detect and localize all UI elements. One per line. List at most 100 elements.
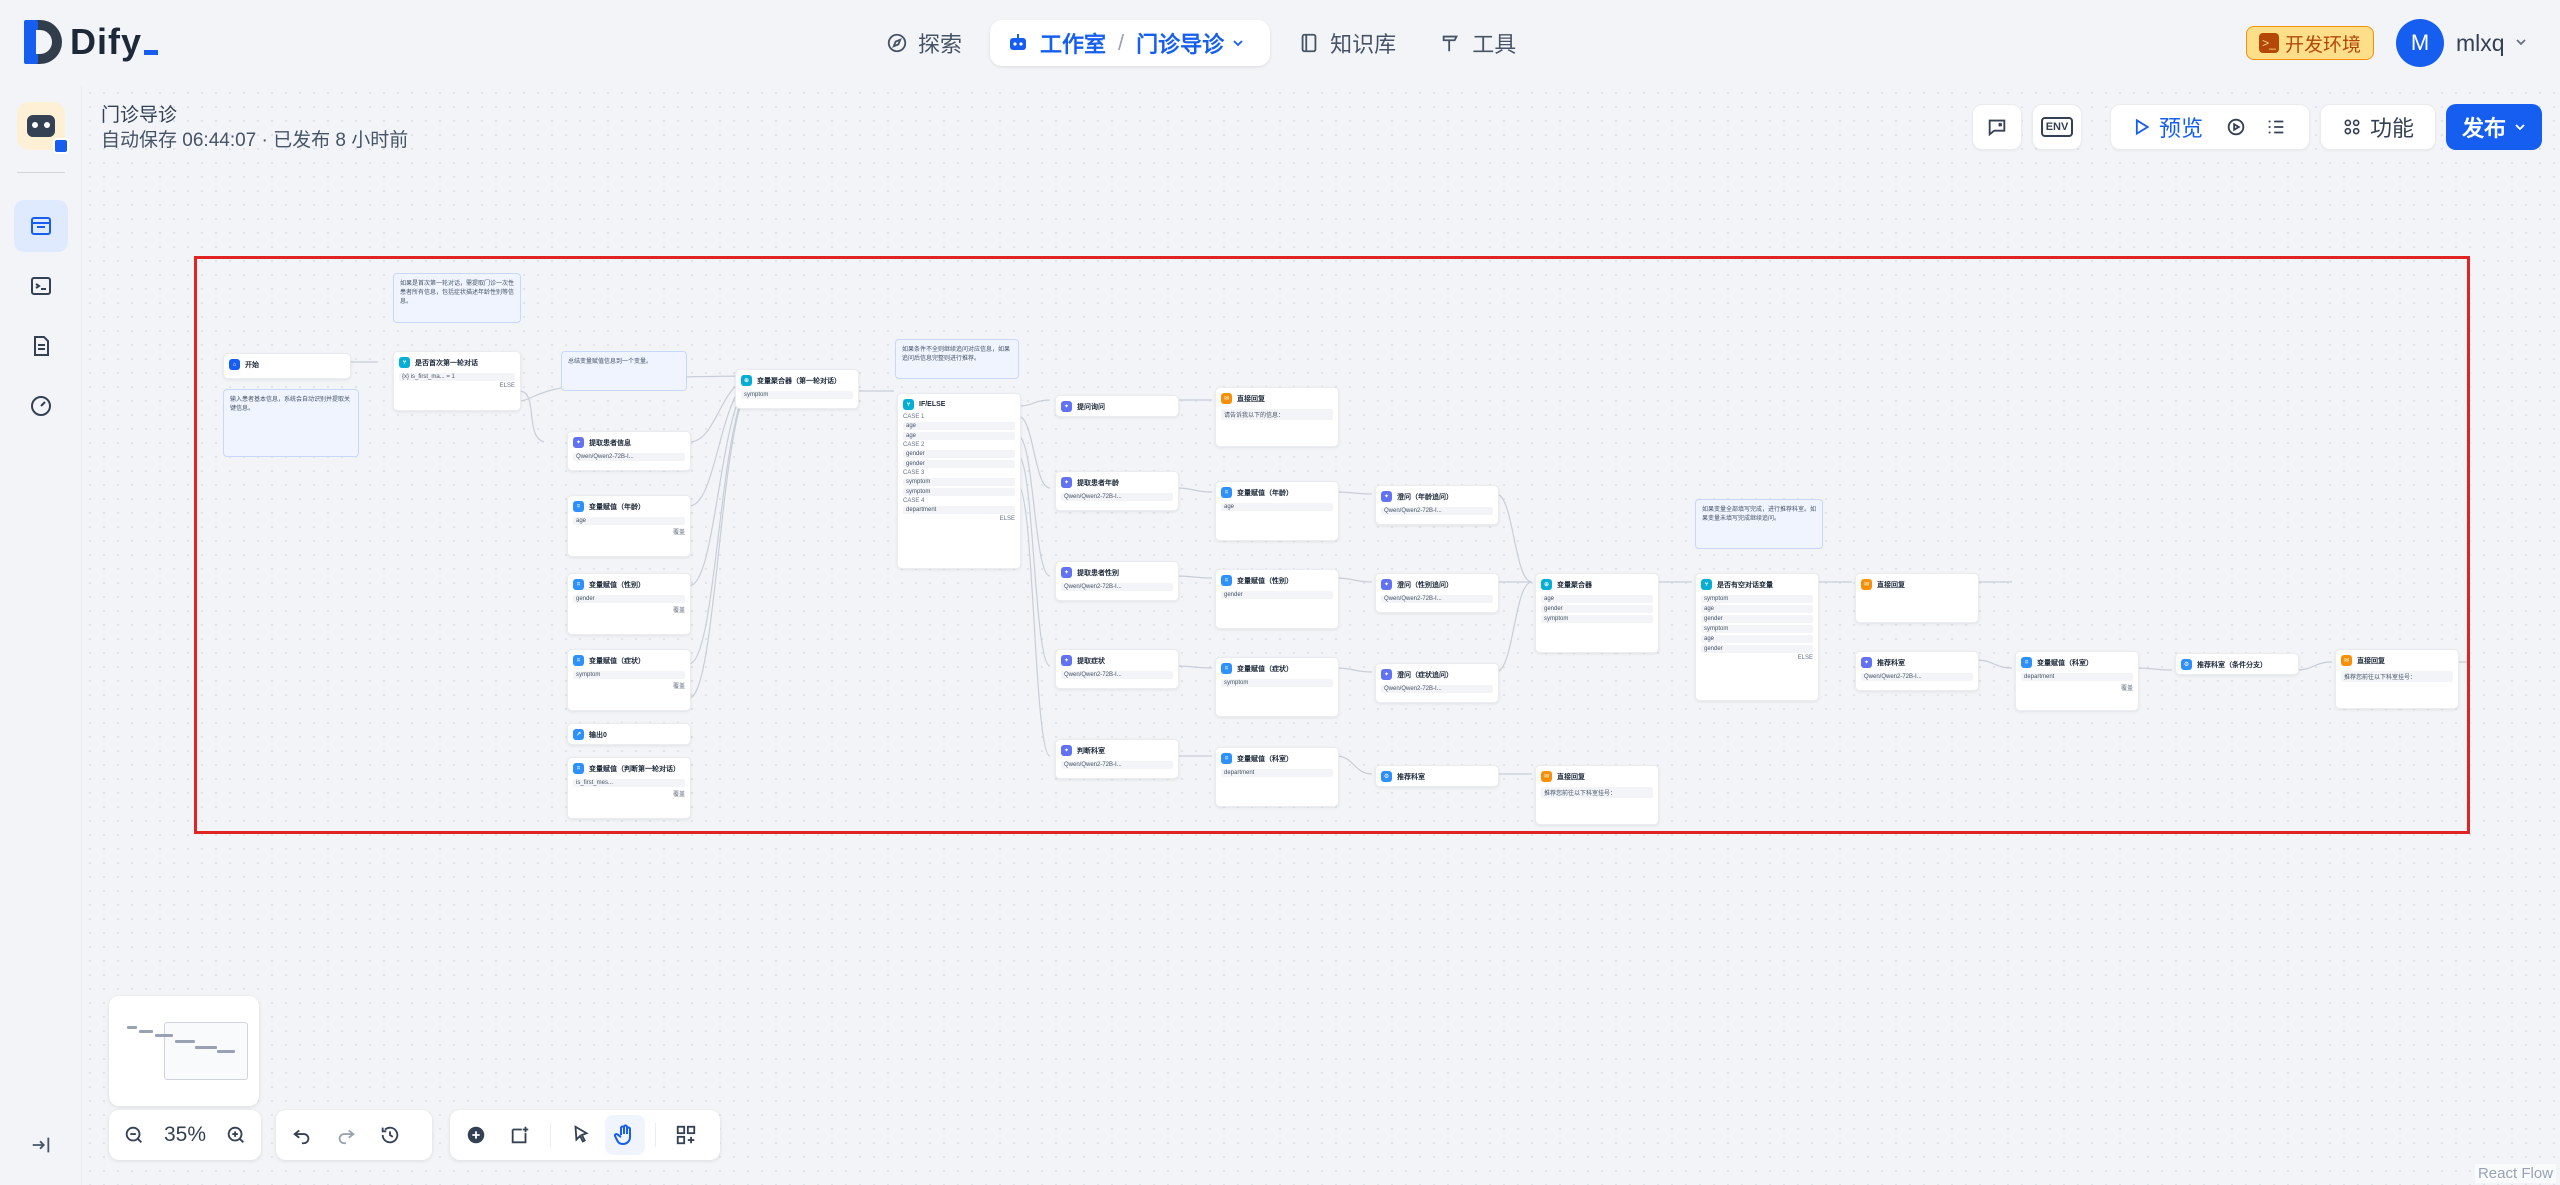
sidebar-item-orchestrate[interactable] <box>14 200 68 252</box>
node-q-age[interactable]: ✦提取患者年龄 Qwen/Qwen2-72B-I... <box>1055 471 1179 511</box>
preview-button[interactable]: 预览 <box>2159 111 2203 143</box>
node-q-symptom[interactable]: ✦提取症状 Qwen/Qwen2-72B-I... <box>1055 649 1179 689</box>
node-assign-symptom[interactable]: =变量赋值（症状） symptom 覆盖 <box>567 649 691 711</box>
assign-icon: = <box>2021 657 2032 668</box>
note-summary[interactable]: 总结变量赋值信息到一个变量。 <box>561 351 687 391</box>
node-set-dept[interactable]: =变量赋值（科室） department <box>1215 747 1339 807</box>
node-output0[interactable]: ↗输出0 <box>567 723 691 745</box>
llm-icon: ✦ <box>573 437 584 448</box>
sidebar-divider <box>17 172 65 173</box>
assign-icon: = <box>1221 663 1232 674</box>
zoom-controls: 35% <box>109 1110 261 1160</box>
dify-logo-icon <box>24 20 64 64</box>
node-assign-gender[interactable]: =变量赋值（性别） gender 覆盖 <box>567 573 691 635</box>
branch-icon: ⑂ <box>1701 579 1712 590</box>
app-sidebar <box>0 86 82 1185</box>
node-if-vars-empty[interactable]: ⑂是否有空对话变量 symptomagegendersymptomagegend… <box>1695 573 1819 701</box>
react-flow-attribution[interactable]: React Flow <box>2475 1164 2556 1183</box>
aggregator-icon: ⊕ <box>741 375 752 386</box>
node-aggregator[interactable]: ⊕变量聚合器 agegendersymptom <box>1535 573 1659 653</box>
sidebar-item-api[interactable] <box>14 260 68 312</box>
minimap[interactable] <box>109 996 259 1106</box>
current-app-switcher[interactable]: 门诊导诊 <box>1136 27 1224 59</box>
history-play-icon[interactable] <box>2225 116 2247 138</box>
node-q-dept[interactable]: ✦判断科室 Qwen/Qwen2-72B-I... <box>1055 739 1179 779</box>
history-controls <box>276 1110 432 1160</box>
nav-knowledge[interactable]: 知识库 <box>1282 20 1412 66</box>
grid-dots-icon <box>2342 117 2362 137</box>
node-ask-gender[interactable]: ✦澄问（性别追问） Qwen/Qwen2-72B-I... <box>1375 573 1499 613</box>
add-node-button[interactable] <box>456 1115 496 1155</box>
env-variables-button[interactable]: ENV <box>2032 104 2082 150</box>
node-aggregator-first[interactable]: ⊕变量聚合器（第一轮对话） symptom <box>735 369 859 409</box>
node-ask-age[interactable]: ✦澄问（年龄追问） Qwen/Qwen2-72B-I... <box>1375 485 1499 525</box>
version-history-button[interactable] <box>370 1115 410 1155</box>
node-q-greet[interactable]: ✦提问询问 <box>1055 395 1179 417</box>
env-icon: ENV <box>2041 117 2074 137</box>
node-recommend[interactable]: ✦推荐科室 Qwen/Qwen2-72B-I... <box>1855 651 1979 691</box>
dify-logo[interactable]: Dify <box>24 20 158 64</box>
book-icon <box>1298 32 1320 54</box>
nav-tools[interactable]: 工具 <box>1424 20 1532 66</box>
llm-icon: ✦ <box>1061 655 1072 666</box>
preview-button-group: 预览 <box>2110 104 2310 150</box>
node-start[interactable]: ⌂开始 <box>223 353 351 379</box>
node-assign-department[interactable]: =变量赋值（科室） department 覆盖 <box>2015 651 2139 711</box>
terminal-icon: >_ <box>2259 33 2279 53</box>
assign-icon: = <box>573 579 584 590</box>
redo-button[interactable] <box>326 1115 366 1155</box>
zoom-out-button[interactable] <box>115 1115 154 1155</box>
collapse-sidebar-icon[interactable] <box>30 1134 52 1161</box>
workflow-icon <box>29 214 53 238</box>
add-note-button[interactable] <box>500 1115 540 1155</box>
undo-button[interactable] <box>282 1115 322 1155</box>
node-ifelse[interactable]: ⑂IF/ELSE CASE 1 ageage CASE 2 gendergend… <box>897 393 1021 569</box>
llm-icon: ✦ <box>1861 657 1872 668</box>
pointer-mode-button[interactable] <box>561 1115 601 1155</box>
user-menu[interactable]: M mlxq <box>2396 19 2527 67</box>
llm-icon: ✦ <box>1061 401 1072 412</box>
node-ask-symptom[interactable]: ✦澄问（症状追问） Qwen/Qwen2-72B-I... <box>1375 663 1499 703</box>
node-assign-age[interactable]: =变量赋值（年龄） age 覆盖 <box>567 495 691 557</box>
organize-layout-button[interactable] <box>666 1115 706 1155</box>
node-set-gender[interactable]: =变量赋值（性别） gender <box>1215 569 1339 629</box>
sidebar-item-logs[interactable] <box>14 320 68 372</box>
node-q-gender[interactable]: ✦提取患者性别 Qwen/Qwen2-72B-I... <box>1055 561 1179 601</box>
main-nav: 探索 工作室 / 门诊导诊 知识库 工具 <box>870 20 1532 66</box>
node-assign-first-round[interactable]: =变量赋值（判断第一轮对话） is_first_mes... 覆盖 <box>567 757 691 819</box>
nav-tools-label: 工具 <box>1472 27 1516 59</box>
llm-icon: ✦ <box>1381 579 1392 590</box>
app-icon[interactable] <box>17 102 65 150</box>
llm-icon: ✦ <box>1061 567 1072 578</box>
checklist-icon[interactable] <box>2265 116 2287 138</box>
nav-studio[interactable]: 工作室 / 门诊导诊 <box>990 20 1270 66</box>
publish-button[interactable]: 发布 <box>2446 104 2542 150</box>
node-set-symptom[interactable]: =变量赋值（症状） symptom <box>1215 657 1339 717</box>
node-answer-dept[interactable]: ✉直接回复 推荐您前往以下科室挂号： <box>1535 765 1659 825</box>
hand-mode-button[interactable] <box>605 1115 645 1155</box>
note-first-round[interactable]: 如果是首次第一轮对话，需提取门诊一次性患者所有信息，包括症状描述年龄性别等信息。 <box>393 273 521 323</box>
nav-studio-label: 工作室 <box>1040 27 1106 59</box>
zoom-level[interactable]: 35% <box>158 1123 212 1147</box>
node-dept-pick[interactable]: ⚙推荐科室 <box>1375 765 1499 787</box>
note-followup[interactable]: 如果条件不全则继续追问对应信息，如果追问后信息完整则进行推荐。 <box>895 339 1019 379</box>
node-final-answer[interactable]: ✉直接回复 推荐您前往以下科室挂号： <box>2335 649 2459 709</box>
play-icon[interactable] <box>2131 117 2151 137</box>
nav-explore[interactable]: 探索 <box>870 20 978 66</box>
note-check-vars[interactable]: 如果变量全部填写完成，进行推荐科室。如果变量未填写完成继续追问。 <box>1695 499 1823 549</box>
aggregator-icon: ⊕ <box>1541 579 1552 590</box>
node-if-first-round[interactable]: ⑂是否首次第一轮对话 {x} is_first_ma... = 1 ELSE <box>393 351 521 411</box>
node-direct-answer[interactable]: ✉直接回复 请告诉我以下的信息： <box>1215 387 1339 447</box>
answer-icon: ✉ <box>1221 393 1232 404</box>
features-button[interactable]: 功能 <box>2320 104 2436 150</box>
checklist-button[interactable] <box>1972 104 2022 150</box>
zoom-in-button[interactable] <box>216 1115 255 1155</box>
note-start[interactable]: 输入患者基本信息，系统会自动识别并提取关键信息。 <box>223 389 359 457</box>
gauge-icon <box>29 394 53 418</box>
node-extract-info[interactable]: ✦提取患者信息 Qwen/Qwen2-72B-I... <box>567 431 691 471</box>
node-set-age[interactable]: =变量赋值（年龄） age <box>1215 481 1339 541</box>
node-recommend-branch[interactable]: ⚙推荐科室（条件分支） <box>2175 653 2299 675</box>
sidebar-item-monitoring[interactable] <box>14 380 68 432</box>
node-answer-missing[interactable]: ✉直接回复 <box>1855 573 1979 623</box>
answer-icon: ✉ <box>1861 579 1872 590</box>
